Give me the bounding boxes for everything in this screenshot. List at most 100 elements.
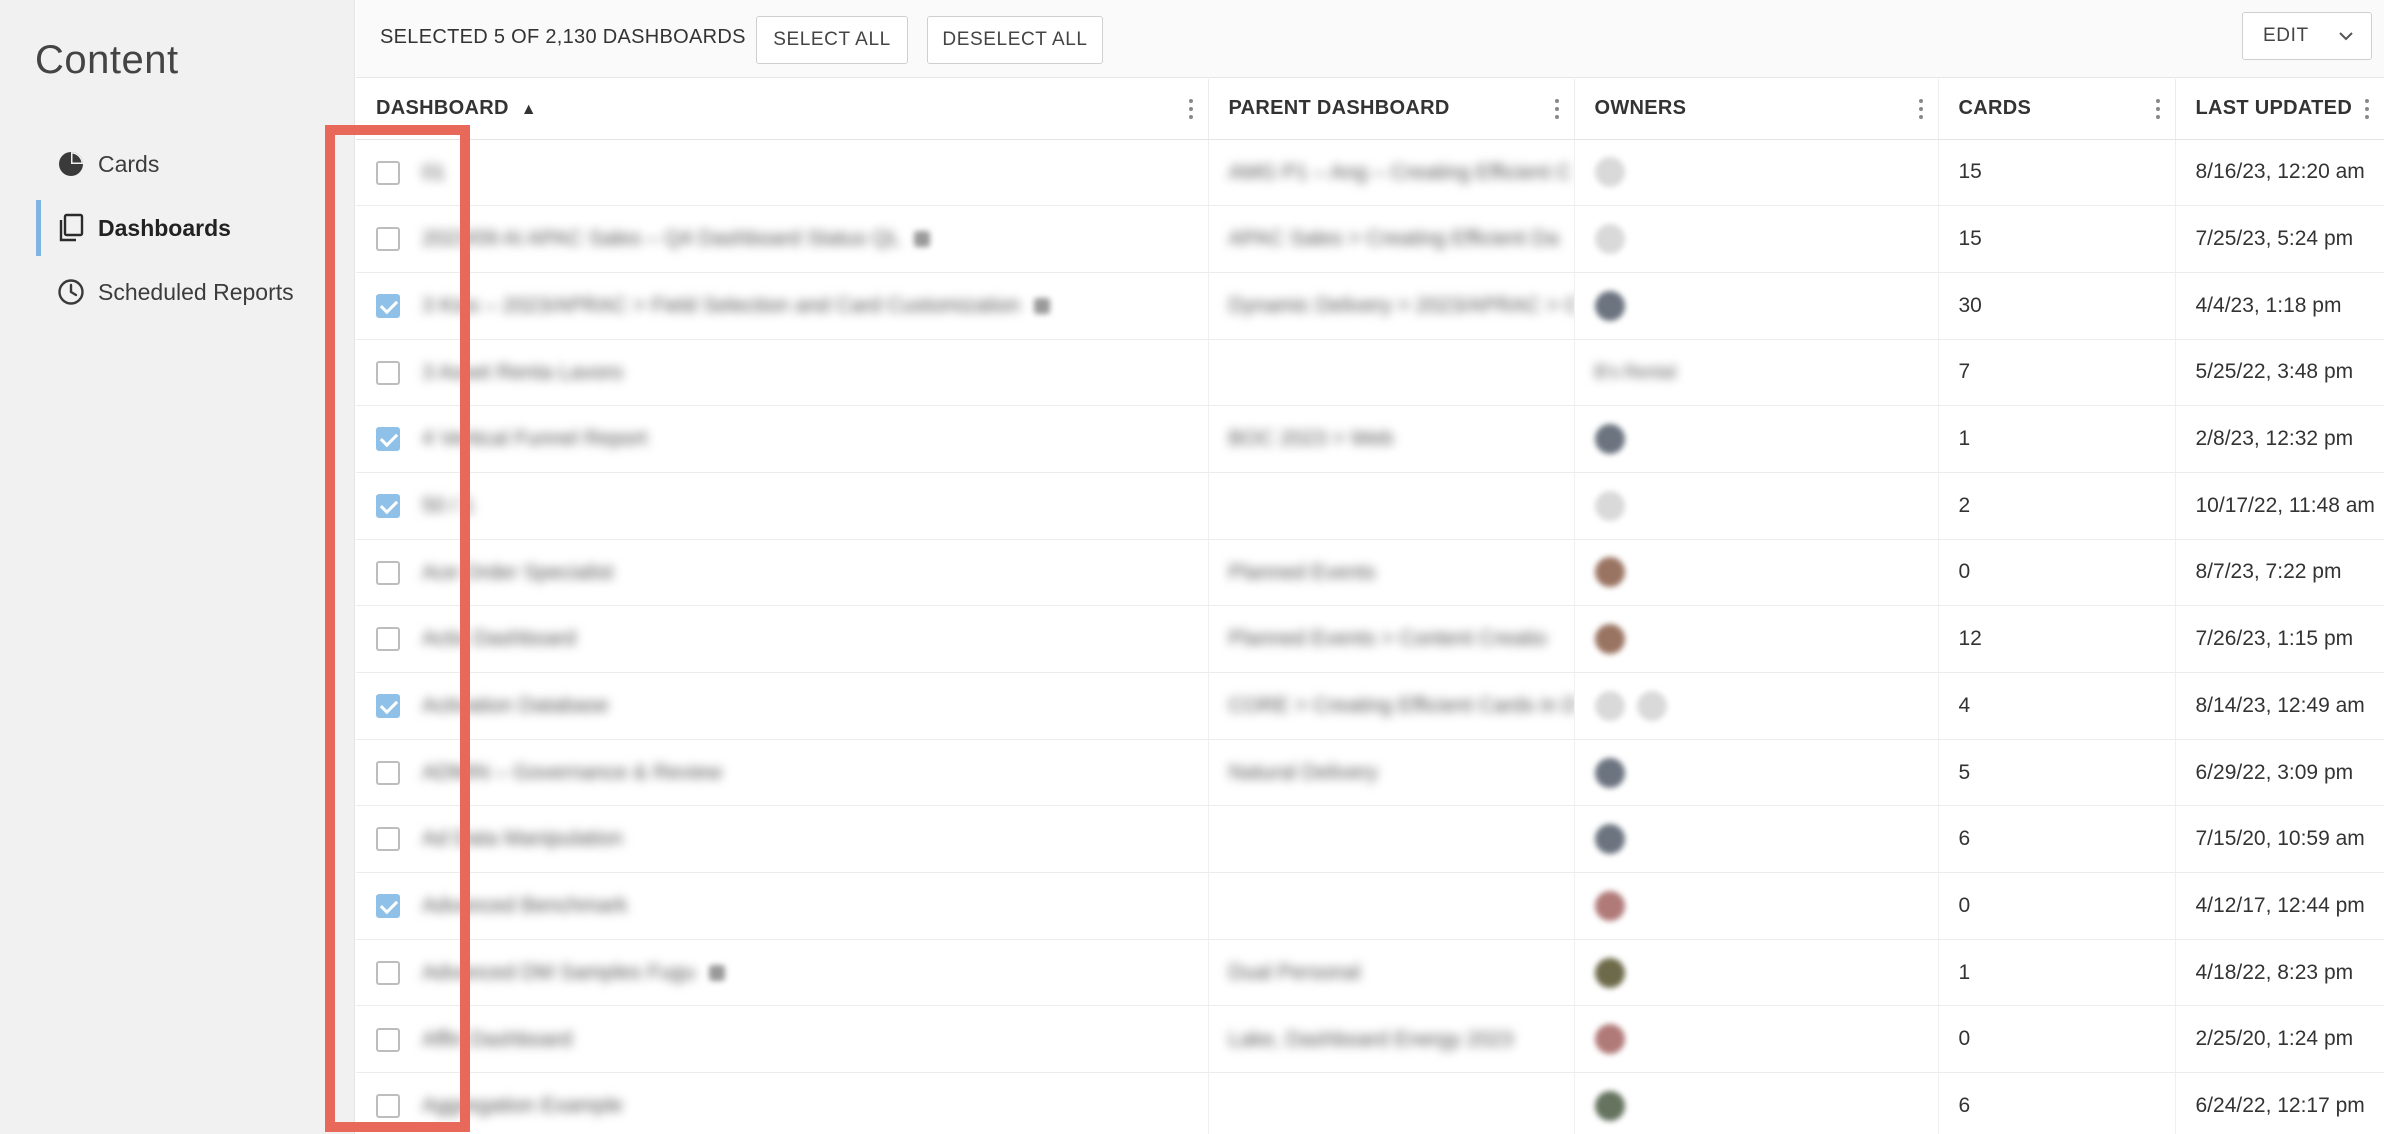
row-checkbox[interactable] xyxy=(376,293,400,318)
row-checkbox[interactable] xyxy=(376,427,400,452)
column-header-last-updated[interactable]: LAST UPDATED xyxy=(2175,79,2384,140)
dashboard-name[interactable]: 3 Kiss – 2023/APRAC > Field Selection an… xyxy=(422,294,1020,318)
table-row[interactable]: 2023/09 AI APAC Sales – Q4 Dashboard Sta… xyxy=(356,205,2384,273)
selection-count: SELECTED 5 OF 2,130 DASHBOARDS xyxy=(380,26,746,48)
column-menu-icon[interactable] xyxy=(1554,99,1560,119)
row-checkbox[interactable] xyxy=(376,560,400,585)
dashboard-name[interactable]: Advanced Benchmark xyxy=(422,894,627,918)
parent-dashboard-cell: Planned Events > Content Creatio xyxy=(1208,605,1575,673)
owners-cell xyxy=(1574,939,1939,1007)
last-updated: 4/4/23, 1:18 pm xyxy=(2175,272,2384,340)
avatar[interactable] xyxy=(1594,824,1625,855)
dashboard-cell: 01 xyxy=(356,139,1209,207)
row-checkbox[interactable] xyxy=(376,894,400,919)
sidebar-item-scheduled-reports[interactable]: Scheduled Reports xyxy=(36,260,346,324)
dashboard-name[interactable]: Ace Order Specialist xyxy=(422,561,613,585)
last-updated: 5/25/22, 3:48 pm xyxy=(2175,339,2384,407)
table-row[interactable]: 01 AMG P1 – Ang – Creating Efficient C 15 8… xyxy=(356,139,2384,207)
table-row[interactable]: 3 Kiss – 2023/APRAC > Field Selection an… xyxy=(356,272,2384,340)
parent-dashboard-name[interactable]: Lake, Dashboard Energy 2023 xyxy=(1229,1028,1514,1052)
dashboard-name[interactable]: Ad Data Manipulation xyxy=(422,827,623,851)
table-row[interactable]: Affin Dashboard Lake, Dashboard Energy 20… xyxy=(356,1005,2384,1074)
avatar[interactable] xyxy=(1636,690,1667,721)
avatar[interactable] xyxy=(1594,957,1625,988)
dashboard-name[interactable]: 3 Asset Renta Lavoro xyxy=(422,361,623,385)
column-menu-icon[interactable] xyxy=(1188,99,1194,119)
sidebar-item-dashboards[interactable]: Dashboards xyxy=(36,196,346,260)
avatar[interactable] xyxy=(1594,1090,1625,1121)
row-checkbox[interactable] xyxy=(376,1027,400,1052)
parent-dashboard-name[interactable]: AMG P1 – Ang – Creating Efficient C xyxy=(1229,161,1572,185)
column-menu-icon[interactable] xyxy=(2364,99,2370,119)
row-checkbox[interactable] xyxy=(376,160,400,185)
dashboard-name[interactable]: Aggregation Example xyxy=(422,1094,623,1118)
avatar[interactable] xyxy=(1594,424,1625,455)
row-checkbox[interactable] xyxy=(376,360,400,385)
table-row[interactable]: ADMIN – Governance & Review Natural Deliv… xyxy=(356,739,2384,807)
column-menu-icon[interactable] xyxy=(1918,99,1924,119)
parent-dashboard-name[interactable]: Natural Delivery xyxy=(1229,761,1378,785)
column-menu-icon[interactable] xyxy=(2155,99,2161,119)
avatar[interactable] xyxy=(1594,557,1625,588)
parent-dashboard-name[interactable]: APAC Sales > Creating Efficient Da xyxy=(1229,227,1559,251)
dashboard-name[interactable]: Advanced DM Samples Fugu xyxy=(422,961,695,985)
column-header-parent-dashboard[interactable]: PARENT DASHBOARD xyxy=(1208,79,1575,140)
avatar[interactable] xyxy=(1594,490,1625,521)
dashboard-name[interactable]: ADMIN – Governance & Review xyxy=(422,761,722,785)
table-row[interactable]: Ace Order Specialist Planned Events 0 8/7/2… xyxy=(356,539,2384,607)
avatar[interactable] xyxy=(1594,1024,1625,1055)
parent-dashboard-name[interactable]: BOC 2023 > Web xyxy=(1229,427,1394,451)
table-row[interactable]: 4 Vertical Funnel Report BOC 2023 > Web 1 2… xyxy=(356,405,2384,473)
parent-dashboard-name[interactable]: Dual Personal xyxy=(1229,961,1361,985)
column-header-dashboard[interactable]: DASHBOARD ▲ xyxy=(356,79,1209,140)
dashboard-name[interactable]: 2023/09 AI APAC Sales – Q4 Dashboard Sta… xyxy=(422,227,900,251)
avatar[interactable] xyxy=(1594,890,1625,921)
edit-dropdown-button[interactable]: EDIT xyxy=(2242,12,2372,60)
dashboard-name[interactable]: Actix Dashboard xyxy=(422,627,576,651)
avatar[interactable] xyxy=(1594,690,1625,721)
row-checkbox[interactable] xyxy=(376,760,400,785)
deselect-all-button[interactable]: DESELECT ALL xyxy=(927,16,1103,64)
table-row[interactable]: Ad Data Manipulation 6 7/15/20, 10:59 am xyxy=(356,805,2384,874)
avatar[interactable] xyxy=(1594,290,1625,321)
avatar[interactable] xyxy=(1594,757,1625,788)
dashboard-name[interactable]: 4 Vertical Funnel Report xyxy=(422,427,647,451)
row-checkbox[interactable] xyxy=(376,694,400,719)
parent-dashboard-name[interactable]: Dynamic Delivery > 2023/APRAC > C xyxy=(1229,294,1574,318)
table-row[interactable]: Advanced Benchmark 0 4/12/17, 12:44 pm xyxy=(356,872,2384,940)
row-checkbox[interactable] xyxy=(376,960,400,985)
table-row[interactable]: 3 Asset Renta Lavoro B's Rental 7 5/25/22, … xyxy=(356,339,2384,407)
dashboard-name[interactable]: Affin Dashboard xyxy=(422,1028,572,1052)
table-row[interactable]: 50 / 1 2 10/17/22, 11:48 am xyxy=(356,472,2384,540)
sidebar-item-cards[interactable]: Cards xyxy=(36,132,346,196)
sort-ascending-icon: ▲ xyxy=(520,101,537,119)
dashboard-name[interactable]: Activation Database xyxy=(422,694,609,718)
parent-dashboard-name[interactable]: Planned Events xyxy=(1229,561,1376,585)
select-all-button[interactable]: SELECT ALL xyxy=(756,16,908,64)
table-row[interactable]: Aggregation Example 6 6/24/22, 12:17 pm xyxy=(356,1072,2384,1134)
parent-dashboard-name[interactable]: Planned Events > Content Creatio xyxy=(1229,627,1547,651)
column-header-owners[interactable]: OWNERS xyxy=(1574,79,1939,140)
avatar[interactable] xyxy=(1594,224,1625,255)
dashboard-name[interactable]: 01 xyxy=(422,161,445,185)
column-header-cards[interactable]: CARDS xyxy=(1938,79,2176,140)
dashboard-name[interactable]: 50 / 1 xyxy=(422,494,475,518)
owners-cell xyxy=(1574,739,1939,807)
table-row[interactable]: Activation Database CORE > Creating Effic… xyxy=(356,672,2384,740)
dashboard-cell: 2023/09 AI APAC Sales – Q4 Dashboard Sta… xyxy=(356,205,1209,273)
edit-label: EDIT xyxy=(2263,25,2309,46)
row-checkbox[interactable] xyxy=(376,494,400,518)
avatar[interactable] xyxy=(1594,624,1625,655)
table-row[interactable]: Actix Dashboard Planned Events > Content … xyxy=(356,605,2384,673)
row-checkbox[interactable] xyxy=(376,627,400,652)
row-checkbox[interactable] xyxy=(376,827,400,852)
owners-cell xyxy=(1574,872,1939,940)
last-updated: 6/29/22, 3:09 pm xyxy=(2175,739,2384,807)
parent-dashboard-cell xyxy=(1208,805,1575,874)
parent-dashboard-name[interactable]: CORE > Creating Efficient Cards in D xyxy=(1229,694,1574,718)
parent-dashboard-cell: Lake, Dashboard Energy 2023 xyxy=(1208,1005,1575,1074)
row-checkbox[interactable] xyxy=(376,1094,400,1119)
row-checkbox[interactable] xyxy=(376,227,400,252)
table-row[interactable]: Advanced DM Samples Fugu Dual Personal 1 4/… xyxy=(356,939,2384,1007)
avatar[interactable] xyxy=(1594,157,1625,188)
